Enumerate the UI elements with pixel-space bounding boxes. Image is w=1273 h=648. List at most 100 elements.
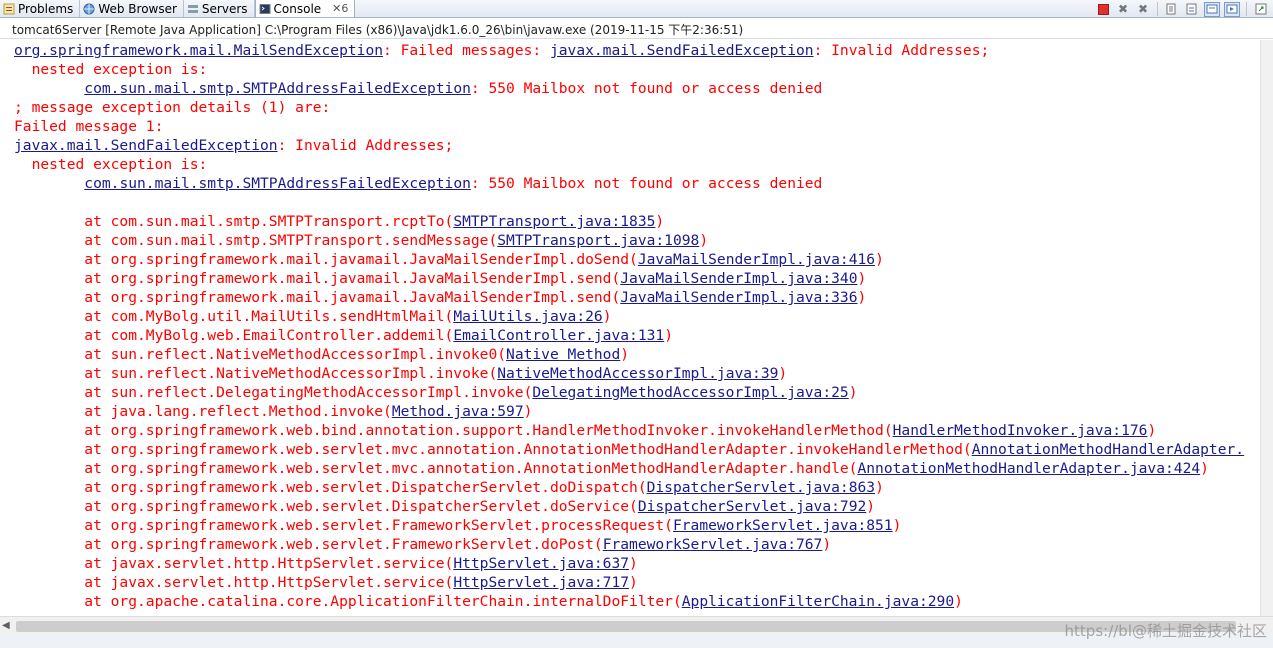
console-link[interactable]: NativeMethodAccessorImpl.java:39 xyxy=(497,365,778,382)
open-console-icon[interactable] xyxy=(1224,1,1240,17)
console-text: ) xyxy=(629,555,638,572)
console-text: at org.springframework.web.bind.annotati… xyxy=(14,422,893,439)
console-line: at com.MyBolg.web.EmailController.addemi… xyxy=(14,326,1260,345)
console-link[interactable]: AnnotationMethodHandlerAdapter.java:424 xyxy=(857,460,1200,477)
console-link[interactable]: DispatcherServlet.java:863 xyxy=(647,479,875,496)
console-link[interactable]: EmailController.java:131 xyxy=(453,327,664,344)
tab-web-browser[interactable]: Web Browser xyxy=(80,0,184,17)
console-line: at org.springframework.mail.javamail.Jav… xyxy=(14,288,1260,307)
console-line: at org.springframework.web.bind.annotati… xyxy=(14,421,1260,440)
console-link[interactable]: JavaMailSenderImpl.java:340 xyxy=(620,270,857,287)
console-text: ) xyxy=(699,232,709,249)
tab-problems[interactable]: Problems xyxy=(0,0,81,17)
globe-icon xyxy=(83,3,95,14)
tab-servers[interactable]: Servers xyxy=(184,0,255,17)
console-text: : Invalid Addresses; xyxy=(277,137,454,154)
console-link[interactable]: javax.mail.SendFailedException xyxy=(550,42,814,59)
console-line: ; message exception details (1) are: xyxy=(14,98,1260,117)
console-link[interactable]: SMTPTransport.java:1098 xyxy=(497,232,699,249)
tab-label: Servers xyxy=(201,1,248,16)
tab-label: Web Browser xyxy=(98,1,177,16)
toolbar-separator xyxy=(1246,2,1247,16)
console-line: at org.springframework.web.servlet.Dispa… xyxy=(14,478,1260,497)
console-text: at sun.reflect.NativeMethodAccessorImpl.… xyxy=(14,346,507,363)
console-link[interactable]: FrameworkServlet.java:851 xyxy=(673,517,893,534)
console-text: at org.springframework.web.servlet.Frame… xyxy=(14,517,673,534)
console-text: at org.apache.catalina.core.ApplicationF… xyxy=(14,593,682,610)
console-text: at org.springframework.web.servlet.Dispa… xyxy=(14,479,647,496)
console-text: nested exception is: xyxy=(14,156,208,173)
console-text: : 550 Mailbox not found or access denied xyxy=(470,175,823,192)
console-line: at java.lang.reflect.Method.invoke(Metho… xyxy=(14,402,1260,421)
console-link[interactable]: MailUtils.java:26 xyxy=(453,308,602,325)
console-link[interactable]: com.sun.mail.smtp.SMTPAddressFailedExcep… xyxy=(84,175,471,192)
watermark: https://bl@稀土掘金技术社区 xyxy=(1064,622,1267,640)
console-link[interactable]: AnnotationMethodHandlerAdapter. xyxy=(972,441,1244,458)
console-link[interactable]: JavaMailSenderImpl.java:336 xyxy=(620,289,857,306)
console-output[interactable]: org.springframework.mail.MailSendExcepti… xyxy=(0,40,1260,616)
problems-icon xyxy=(3,3,15,14)
console-link[interactable]: ApplicationFilterChain.java:290 xyxy=(682,593,954,610)
maximize-view-icon[interactable] xyxy=(1253,2,1269,17)
console-line: com.sun.mail.smtp.SMTPAddressFailedExcep… xyxy=(14,174,1260,193)
scroll-left-icon[interactable]: ◀ xyxy=(2,620,10,631)
console-text: ) xyxy=(875,251,884,268)
console-line: at org.springframework.web.servlet.mvc.a… xyxy=(14,459,1260,478)
console-link[interactable]: org.springframework.mail.MailSendExcepti… xyxy=(14,42,383,59)
console-text: ) xyxy=(629,574,638,591)
process-description: tomcat6Server [Remote Java Application] … xyxy=(0,19,1273,39)
console-toolbar: ✖ ✖ xyxy=(1095,0,1273,18)
console-text: ) xyxy=(857,270,867,287)
console-text: Failed message 1: xyxy=(14,118,164,135)
console-text: at org.springframework.mail.javamail.Jav… xyxy=(14,270,621,287)
display-console-icon[interactable] xyxy=(1204,1,1220,17)
console-link[interactable]: DispatcherServlet.java:792 xyxy=(638,498,866,515)
console-link[interactable]: DelegatingMethodAccessorImpl.java:25 xyxy=(532,384,848,401)
console-link[interactable]: com.sun.mail.smtp.SMTPAddressFailedExcep… xyxy=(84,80,471,97)
stop-icon[interactable] xyxy=(1095,2,1111,17)
console-text: at com.sun.mail.smtp.SMTPTransport.sendM… xyxy=(14,232,498,249)
console-link[interactable]: JavaMailSenderImpl.java:416 xyxy=(638,251,875,268)
console-line: at org.springframework.web.servlet.Frame… xyxy=(14,516,1260,535)
pin-icon[interactable] xyxy=(1184,2,1200,17)
remove-icon[interactable]: ✖ xyxy=(1115,2,1131,17)
close-tab-icon[interactable]: ✕6 xyxy=(332,2,348,15)
scrollbar-thumb[interactable] xyxy=(16,621,1236,632)
console-text: ; message exception details (1) are: xyxy=(14,99,331,116)
vertical-scrollbar[interactable] xyxy=(1260,40,1273,616)
console-text: at sun.reflect.DelegatingMethodAccessorI… xyxy=(14,384,533,401)
console-line: at com.MyBolg.util.MailUtils.sendHtmlMai… xyxy=(14,307,1260,326)
console-link[interactable]: SMTPTransport.java:1835 xyxy=(453,213,655,230)
console-link[interactable]: Method.java:597 xyxy=(392,403,524,420)
tab-console[interactable]: Console ✕6 xyxy=(254,0,356,17)
console-link[interactable]: Native Method xyxy=(506,346,620,363)
console-link[interactable]: HttpServlet.java:717 xyxy=(453,574,629,591)
console-text: nested exception is: xyxy=(14,61,208,78)
console-link[interactable]: FrameworkServlet.java:767 xyxy=(603,536,823,553)
console-text: at com.MyBolg.util.MailUtils.sendHtmlMai… xyxy=(14,308,454,325)
toolbar-separator xyxy=(1157,2,1158,16)
console-line: nested exception is: xyxy=(14,155,1260,174)
console-icon xyxy=(259,3,271,14)
console-line: at sun.reflect.DelegatingMethodAccessorI… xyxy=(14,383,1260,402)
console-text: at javax.servlet.http.HttpServlet.servic… xyxy=(14,555,454,572)
console-link[interactable]: HttpServlet.java:637 xyxy=(453,555,629,572)
console-text: ) xyxy=(523,403,533,420)
scroll-lock-icon[interactable] xyxy=(1164,2,1180,17)
console-line: javax.mail.SendFailedException: Invalid … xyxy=(14,136,1260,155)
console-line: at org.springframework.mail.javamail.Jav… xyxy=(14,269,1260,288)
console-text: ) xyxy=(866,498,876,515)
console-text: at org.springframework.web.servlet.mvc.a… xyxy=(14,460,858,477)
console-line: at org.springframework.web.servlet.mvc.a… xyxy=(14,440,1260,459)
remove-all-icon[interactable]: ✖ xyxy=(1135,2,1151,17)
console-text: ) xyxy=(892,517,902,534)
console-link[interactable]: javax.mail.SendFailedException xyxy=(14,137,278,154)
console-text: at javax.servlet.http.HttpServlet.servic… xyxy=(14,574,454,591)
console-text: at sun.reflect.NativeMethodAccessorImpl.… xyxy=(14,365,498,382)
console-text: : Invalid Addresses; xyxy=(813,42,990,59)
console-link[interactable]: HandlerMethodInvoker.java:176 xyxy=(893,422,1148,439)
console-text: : Failed messages: xyxy=(383,42,550,59)
console-line: Failed message 1: xyxy=(14,117,1260,136)
